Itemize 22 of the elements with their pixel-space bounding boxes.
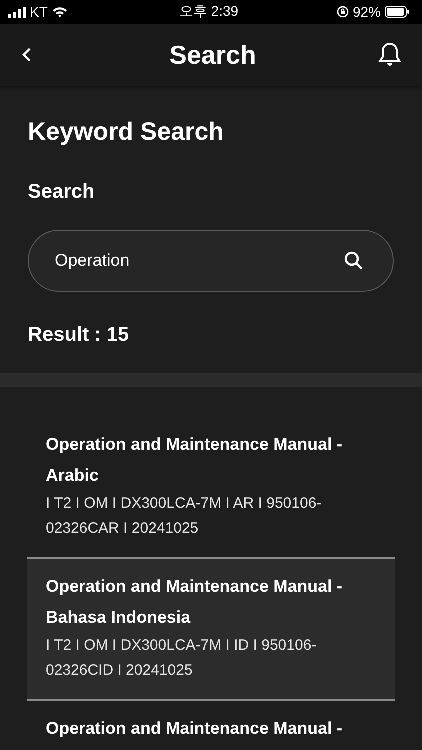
result-count: Result : 15 — [28, 324, 130, 347]
clock-time: 오후 2:39 — [179, 3, 239, 21]
battery-percent: 92% — [352, 4, 381, 20]
manual-title: Operation and Maintenance Manual - Arabic — [46, 434, 344, 487]
result-item[interactable]: Operation and Maintenance Manual - — [27, 701, 395, 750]
wifi-icon — [52, 6, 68, 18]
manual-title: Operation and Maintenance Manual - — [46, 718, 344, 740]
chevron-left-icon[interactable] — [22, 47, 32, 63]
search-icon[interactable] — [344, 251, 364, 271]
manual-details: I T2 I OM I DX300LCA-7M I ID I 950106-02326CID I 20241025 — [46, 636, 318, 681]
section-title: Keyword Search — [28, 118, 225, 147]
field-label: Search — [28, 181, 96, 204]
signal-icon — [8, 6, 26, 18]
result-item[interactable]: Operation and Maintenance Manual - Bahasa Indonesia I T2 I OM I DX300LCA-7M I ID I 950106-02326CID I 20241025 — [27, 559, 395, 701]
bell-icon[interactable] — [378, 42, 402, 68]
search-field[interactable]: Operation — [28, 230, 394, 292]
manual-details: I T2 I OM I DX300LCA-7M I AR I 950106-02326CAR I 20241025 — [46, 494, 323, 539]
manual-title: Operation and Maintenance Manual - Bahasa Indonesia — [46, 576, 344, 629]
carrier-name: KT — [30, 4, 48, 20]
battery-icon — [384, 6, 410, 18]
page-title: Search — [170, 40, 256, 70]
rotation-lock-icon — [336, 6, 349, 18]
